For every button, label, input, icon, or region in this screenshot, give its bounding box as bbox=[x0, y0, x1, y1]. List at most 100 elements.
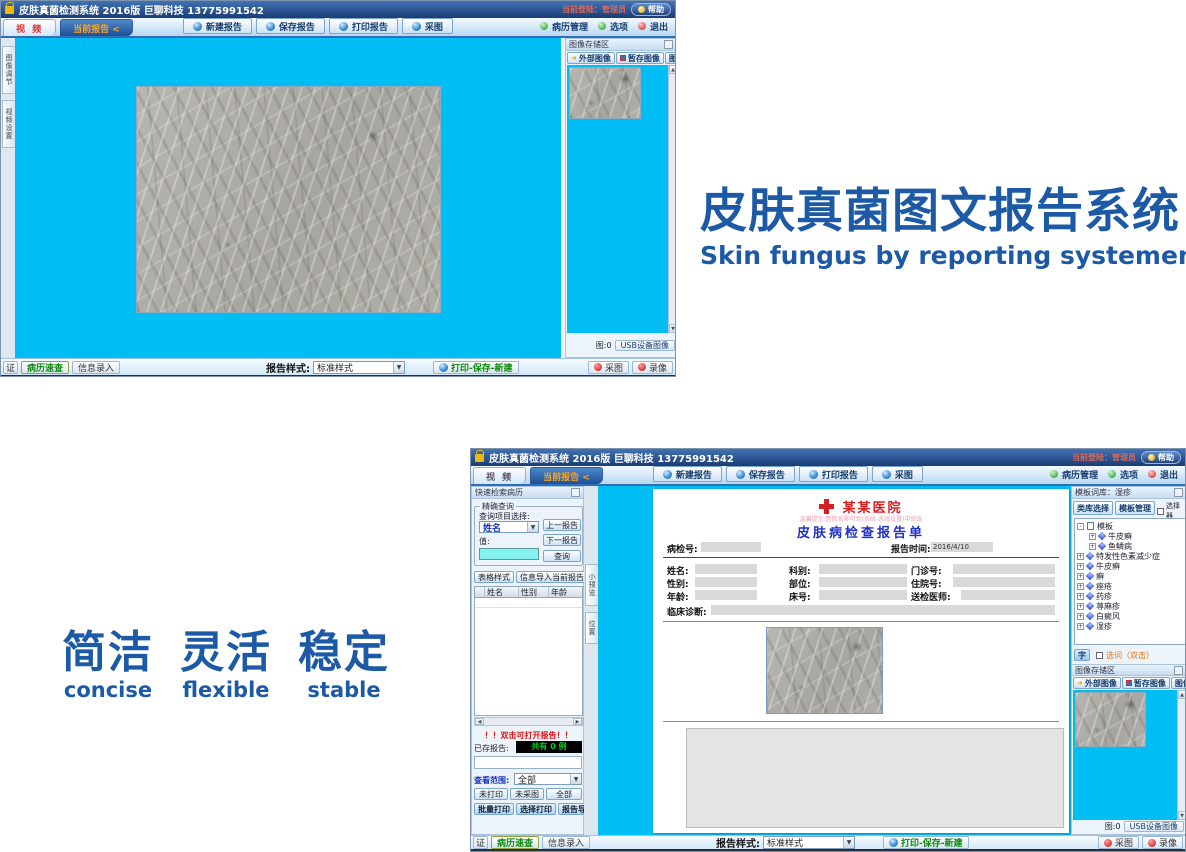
scroll-down-icon[interactable]: ▼ bbox=[1178, 811, 1186, 820]
print-save-new-button[interactable]: 打印-保存-新建 bbox=[433, 361, 518, 374]
scroll-right-icon[interactable]: ▶ bbox=[573, 718, 582, 725]
scroll-up-icon[interactable]: ▲ bbox=[669, 65, 676, 74]
tree-item[interactable]: +湿疹 bbox=[1077, 621, 1185, 631]
select-print-button[interactable]: 选择打印 bbox=[516, 803, 556, 815]
next-report-button[interactable]: 下一报告 bbox=[543, 534, 581, 546]
batch-print-button[interactable]: 批量打印 bbox=[474, 803, 514, 815]
help-button[interactable]: 帮助 bbox=[1141, 451, 1181, 464]
expand-icon[interactable]: + bbox=[1089, 543, 1096, 550]
record-button[interactable]: 录像 bbox=[632, 361, 673, 374]
image-store-area[interactable]: ▲ ▼ bbox=[1073, 690, 1186, 820]
tab-current-report[interactable]: 当前报告 < bbox=[60, 19, 133, 36]
scrollbar[interactable]: ▲ ▼ bbox=[1177, 690, 1186, 820]
expand-icon[interactable]: + bbox=[1077, 593, 1084, 600]
query-value-input[interactable] bbox=[479, 548, 539, 560]
tree-item[interactable]: +痤疮 bbox=[1077, 581, 1185, 591]
expand-icon[interactable]: + bbox=[1077, 553, 1084, 560]
word-select-checkbox[interactable]: 选词（双击） bbox=[1096, 650, 1154, 661]
tab-video[interactable]: 视 频 bbox=[3, 19, 56, 36]
tree-item[interactable]: +鱼鳞病 bbox=[1077, 541, 1185, 551]
age-field[interactable] bbox=[695, 590, 757, 600]
save-report-button[interactable]: 保存报告 bbox=[726, 466, 795, 482]
close-icon[interactable] bbox=[664, 40, 673, 49]
report-page[interactable]: 某某医院 温馨提示:医院名称可到(系统-系统设置)中修改 皮肤病检查报告单 病检… bbox=[653, 489, 1069, 833]
import-to-report-button[interactable]: 信息导入当前报告 bbox=[516, 571, 588, 583]
menu-exit[interactable]: 退出 bbox=[1143, 466, 1183, 482]
collapse-icon[interactable]: - bbox=[1077, 523, 1084, 530]
menu-options[interactable]: 选项 bbox=[593, 18, 633, 34]
expand-icon[interactable]: + bbox=[1077, 563, 1084, 570]
temp-image-button[interactable]: 暂存图像 bbox=[1122, 677, 1170, 689]
tree-item[interactable]: +牛皮癣 bbox=[1077, 531, 1185, 541]
dropdown-arrow-icon[interactable]: ▼ bbox=[527, 522, 538, 532]
image-settings-button[interactable]: 图像设置 bbox=[1171, 677, 1186, 689]
filter-unprinted-button[interactable]: 未打印 bbox=[474, 788, 508, 800]
quick-search-button[interactable]: 病历速查 bbox=[491, 836, 539, 849]
usb-device-image-button[interactable]: USB设备图像 bbox=[1124, 821, 1184, 832]
tree-item[interactable]: +牛皮癣 bbox=[1077, 561, 1185, 571]
report-style-select[interactable]: 标准样式 ▼ bbox=[763, 836, 855, 849]
quick-search-button[interactable]: 病历速查 bbox=[21, 361, 69, 374]
side-tab-mini-preview[interactable]: 小预览 bbox=[585, 564, 599, 606]
diagnosis-field[interactable] bbox=[711, 605, 1055, 615]
scroll-down-icon[interactable]: ▼ bbox=[669, 324, 676, 333]
external-image-button[interactable]: ➜外部图像 bbox=[567, 52, 615, 64]
outpatient-no-field[interactable] bbox=[953, 564, 1055, 574]
tree-item[interactable]: +荨麻疹 bbox=[1077, 601, 1185, 611]
titlebar[interactable]: 皮肤真菌检测系统 2016版 巨聊科技 13775991542 当前登陆：管理员… bbox=[471, 449, 1185, 466]
tab-current-report[interactable]: 当前报告 < bbox=[530, 467, 603, 484]
side-tab-position[interactable]: 位置 bbox=[585, 612, 599, 644]
report-style-select[interactable]: 标准样式 ▼ bbox=[313, 361, 405, 374]
template-tree[interactable]: -模板 +牛皮癣 +鱼鳞病 +特发性色素减少症 +牛皮癣 +癣 +痤疮 +药疹 … bbox=[1074, 518, 1186, 645]
tree-item[interactable]: +癣 bbox=[1077, 571, 1185, 581]
category-select-button[interactable]: 类库选择 bbox=[1073, 501, 1113, 515]
temp-image-button[interactable]: 暂存图像 bbox=[616, 52, 664, 64]
capture-button[interactable]: 采图 bbox=[1098, 836, 1139, 849]
bed-no-field[interactable] bbox=[819, 590, 907, 600]
filter-all-button[interactable]: 全部 bbox=[546, 788, 582, 800]
scroll-up-icon[interactable]: ▲ bbox=[1178, 690, 1186, 699]
body-part-field[interactable] bbox=[819, 577, 907, 587]
titlebar[interactable]: 皮肤真菌检测系统 2016版 巨聊科技 13775991542 当前登陆：管理员… bbox=[1, 1, 675, 18]
physician-field[interactable] bbox=[961, 590, 1055, 600]
image-thumbnail[interactable] bbox=[569, 67, 641, 119]
menu-record-management[interactable]: 病历管理 bbox=[1045, 466, 1103, 482]
image-thumbnail[interactable] bbox=[1075, 692, 1146, 747]
capture-button[interactable]: 采图 bbox=[402, 18, 453, 34]
dropdown-arrow-icon[interactable]: ▼ bbox=[570, 774, 581, 784]
record-button[interactable]: 录像 bbox=[1142, 836, 1183, 849]
dropdown-arrow-icon[interactable]: ▼ bbox=[843, 837, 854, 848]
info-entry-button[interactable]: 信息录入 bbox=[542, 836, 590, 849]
filter-uncaptured-button[interactable]: 未采图 bbox=[510, 788, 544, 800]
save-report-button[interactable]: 保存报告 bbox=[256, 18, 325, 34]
print-report-button[interactable]: 打印报告 bbox=[799, 466, 868, 482]
new-report-button[interactable]: 新建报告 bbox=[653, 466, 722, 482]
menu-exit[interactable]: 退出 bbox=[633, 18, 673, 34]
view-range-select[interactable]: 全部 ▼ bbox=[514, 773, 582, 785]
image-store-area[interactable]: ▲ ▼ bbox=[567, 65, 676, 333]
results-table[interactable]: 姓名 性别 年龄 bbox=[474, 586, 583, 716]
cert-button[interactable]: 证 bbox=[473, 836, 488, 849]
expand-icon[interactable]: + bbox=[1077, 613, 1084, 620]
h-scrollbar[interactable]: ◀ ▶ bbox=[474, 717, 583, 726]
image-settings-button[interactable]: 图像设置 bbox=[665, 52, 676, 64]
table-row[interactable] bbox=[475, 598, 582, 608]
usb-device-image-button[interactable]: USB设备图像 bbox=[615, 340, 675, 351]
gender-field[interactable] bbox=[695, 577, 757, 587]
prev-report-button[interactable]: 上一报告 bbox=[543, 519, 581, 531]
specimen-no-field[interactable] bbox=[701, 542, 761, 552]
report-time-field[interactable]: 2016/4/10 bbox=[931, 542, 993, 552]
tree-item[interactable]: +特发性色素减少症 bbox=[1077, 551, 1185, 561]
print-save-new-button[interactable]: 打印-保存-新建 bbox=[883, 836, 968, 849]
cert-button[interactable]: 证 bbox=[3, 361, 18, 374]
name-field[interactable] bbox=[695, 564, 757, 574]
side-tab-image-adjust[interactable]: 图像调节 bbox=[2, 46, 16, 94]
close-icon[interactable] bbox=[1174, 488, 1183, 497]
query-button[interactable]: 查询 bbox=[543, 550, 581, 562]
print-report-button[interactable]: 打印报告 bbox=[329, 18, 398, 34]
info-entry-button[interactable]: 信息录入 bbox=[72, 361, 120, 374]
inpatient-no-field[interactable] bbox=[953, 577, 1055, 587]
query-field-select[interactable]: 姓名 ▼ bbox=[479, 521, 539, 533]
menu-options[interactable]: 选项 bbox=[1103, 466, 1143, 482]
expand-icon[interactable]: + bbox=[1077, 623, 1084, 630]
